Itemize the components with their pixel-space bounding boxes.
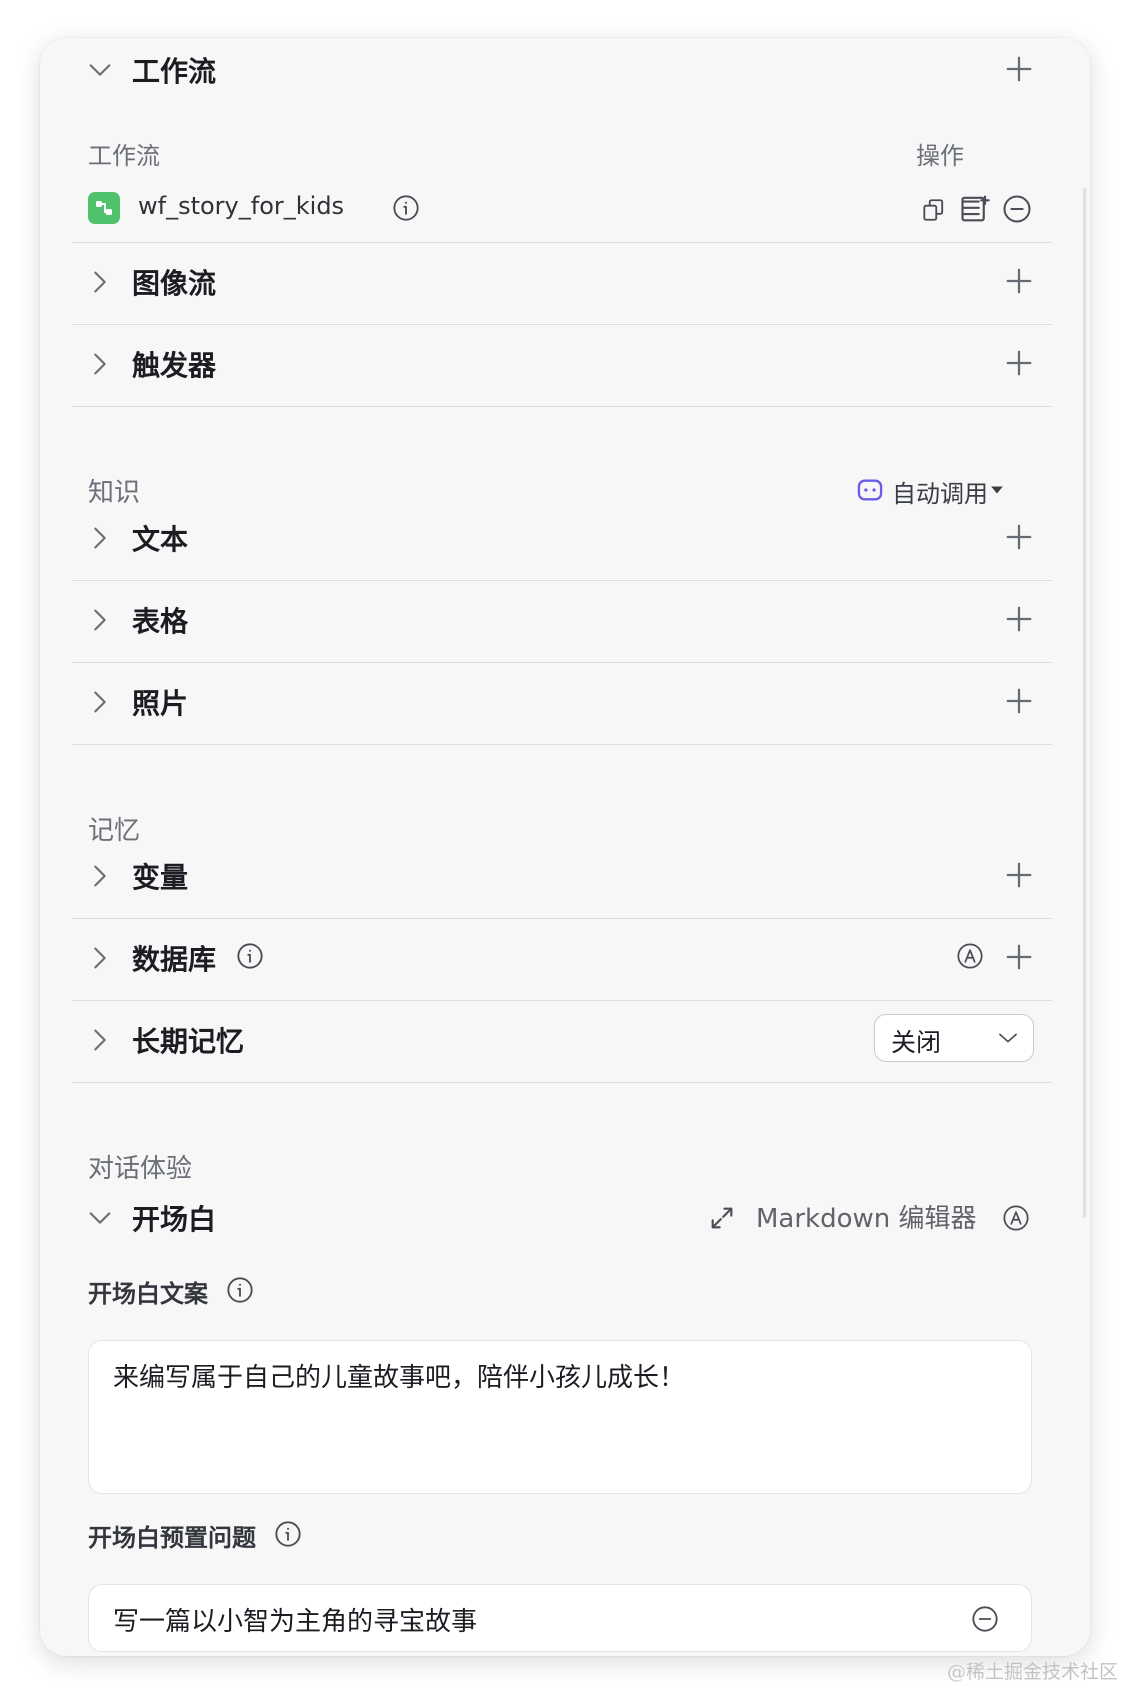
opening-section-title[interactable]: 开场白 — [132, 1198, 216, 1238]
knowledge-photo-title[interactable]: 照片 — [132, 682, 188, 722]
chevron-right-icon[interactable] — [86, 862, 114, 890]
dialog-group-label: 对话体验 — [88, 1154, 193, 1184]
workflow-section-title[interactable]: 工作流 — [132, 50, 216, 90]
auto-icon[interactable] — [956, 942, 984, 970]
chevron-right-icon[interactable] — [86, 944, 114, 972]
caret-down-icon[interactable] — [990, 484, 1004, 496]
preset-question-input[interactable]: 写一篇以小智为主角的寻宝故事 — [88, 1584, 1032, 1652]
info-icon[interactable] — [236, 942, 264, 970]
workflow-column-header: 工作流 — [88, 142, 160, 170]
divider — [72, 1000, 1052, 1001]
add-to-list-icon[interactable] — [960, 194, 990, 224]
image-flow-section-title[interactable]: 图像流 — [132, 262, 216, 302]
bot-icon — [856, 476, 884, 504]
memory-variable-title[interactable]: 变量 — [132, 856, 188, 896]
long-term-memory-select[interactable]: 关闭 — [874, 1014, 1034, 1062]
bot-config-panel: 工作流 工作流 操作 wf_story_for_kids 图像流 触发器 知识 — [40, 38, 1090, 1656]
chevron-right-icon[interactable] — [86, 524, 114, 552]
chevron-right-icon[interactable] — [86, 606, 114, 634]
divider — [72, 1082, 1052, 1083]
info-icon[interactable] — [392, 194, 420, 222]
add-workflow-plus-icon[interactable] — [1004, 54, 1034, 84]
actions-column-header: 操作 — [916, 142, 964, 170]
divider — [72, 744, 1052, 745]
add-text-plus-icon[interactable] — [1004, 522, 1034, 552]
divider — [72, 580, 1052, 581]
remove-icon[interactable] — [1002, 194, 1032, 224]
opening-text-input[interactable]: 来编写属于自己的儿童故事吧，陪伴小孩儿成长！ — [88, 1340, 1032, 1494]
preset-question-value: 写一篇以小智为主角的寻宝故事 — [113, 1607, 478, 1637]
trigger-section-title[interactable]: 触发器 — [132, 344, 216, 384]
chevron-right-icon[interactable] — [86, 1026, 114, 1054]
divider — [72, 242, 1052, 243]
memory-group-label: 记忆 — [88, 816, 141, 846]
chevron-down-icon[interactable] — [86, 56, 114, 84]
workflow-app-icon — [88, 192, 120, 224]
knowledge-table-title[interactable]: 表格 — [132, 600, 188, 640]
expand-icon[interactable] — [708, 1204, 736, 1232]
auto-icon[interactable] — [1002, 1204, 1030, 1232]
memory-database-title[interactable]: 数据库 — [132, 938, 216, 978]
opening-text-label: 开场白文案 — [88, 1280, 208, 1308]
add-variable-plus-icon[interactable] — [1004, 860, 1034, 890]
add-photo-plus-icon[interactable] — [1004, 686, 1034, 716]
info-icon[interactable] — [226, 1276, 254, 1304]
watermark: @稀土掘金技术社区 — [946, 1661, 1118, 1683]
chevron-right-icon[interactable] — [86, 268, 114, 296]
divider — [72, 406, 1052, 407]
markdown-editor-button[interactable]: Markdown 编辑器 — [756, 1198, 977, 1235]
chevron-down-icon[interactable] — [86, 1204, 114, 1232]
add-trigger-plus-icon[interactable] — [1004, 348, 1034, 378]
chevron-down-icon — [997, 1029, 1019, 1047]
select-value: 关闭 — [891, 1028, 942, 1057]
preset-questions-label: 开场白预置问题 — [88, 1524, 256, 1552]
add-table-plus-icon[interactable] — [1004, 604, 1034, 634]
copy-icon[interactable] — [920, 196, 946, 224]
add-image-flow-plus-icon[interactable] — [1004, 266, 1034, 296]
opening-text-value: 来编写属于自己的儿童故事吧，陪伴小孩儿成长！ — [113, 1363, 686, 1393]
knowledge-text-title[interactable]: 文本 — [132, 518, 188, 558]
divider — [72, 324, 1052, 325]
chevron-right-icon[interactable] — [86, 350, 114, 378]
info-icon[interactable] — [274, 1520, 302, 1548]
divider — [72, 918, 1052, 919]
remove-icon[interactable] — [971, 1605, 999, 1633]
add-database-plus-icon[interactable] — [1004, 942, 1034, 972]
divider — [72, 662, 1052, 663]
workflow-item-name[interactable]: wf_story_for_kids — [138, 192, 344, 220]
chevron-right-icon[interactable] — [86, 688, 114, 716]
scrollbar[interactable] — [1083, 188, 1086, 1218]
memory-long-term-title[interactable]: 长期记忆 — [132, 1020, 244, 1060]
knowledge-group-label: 知识 — [88, 478, 141, 508]
auto-call-dropdown[interactable]: 自动调用 — [892, 474, 988, 509]
